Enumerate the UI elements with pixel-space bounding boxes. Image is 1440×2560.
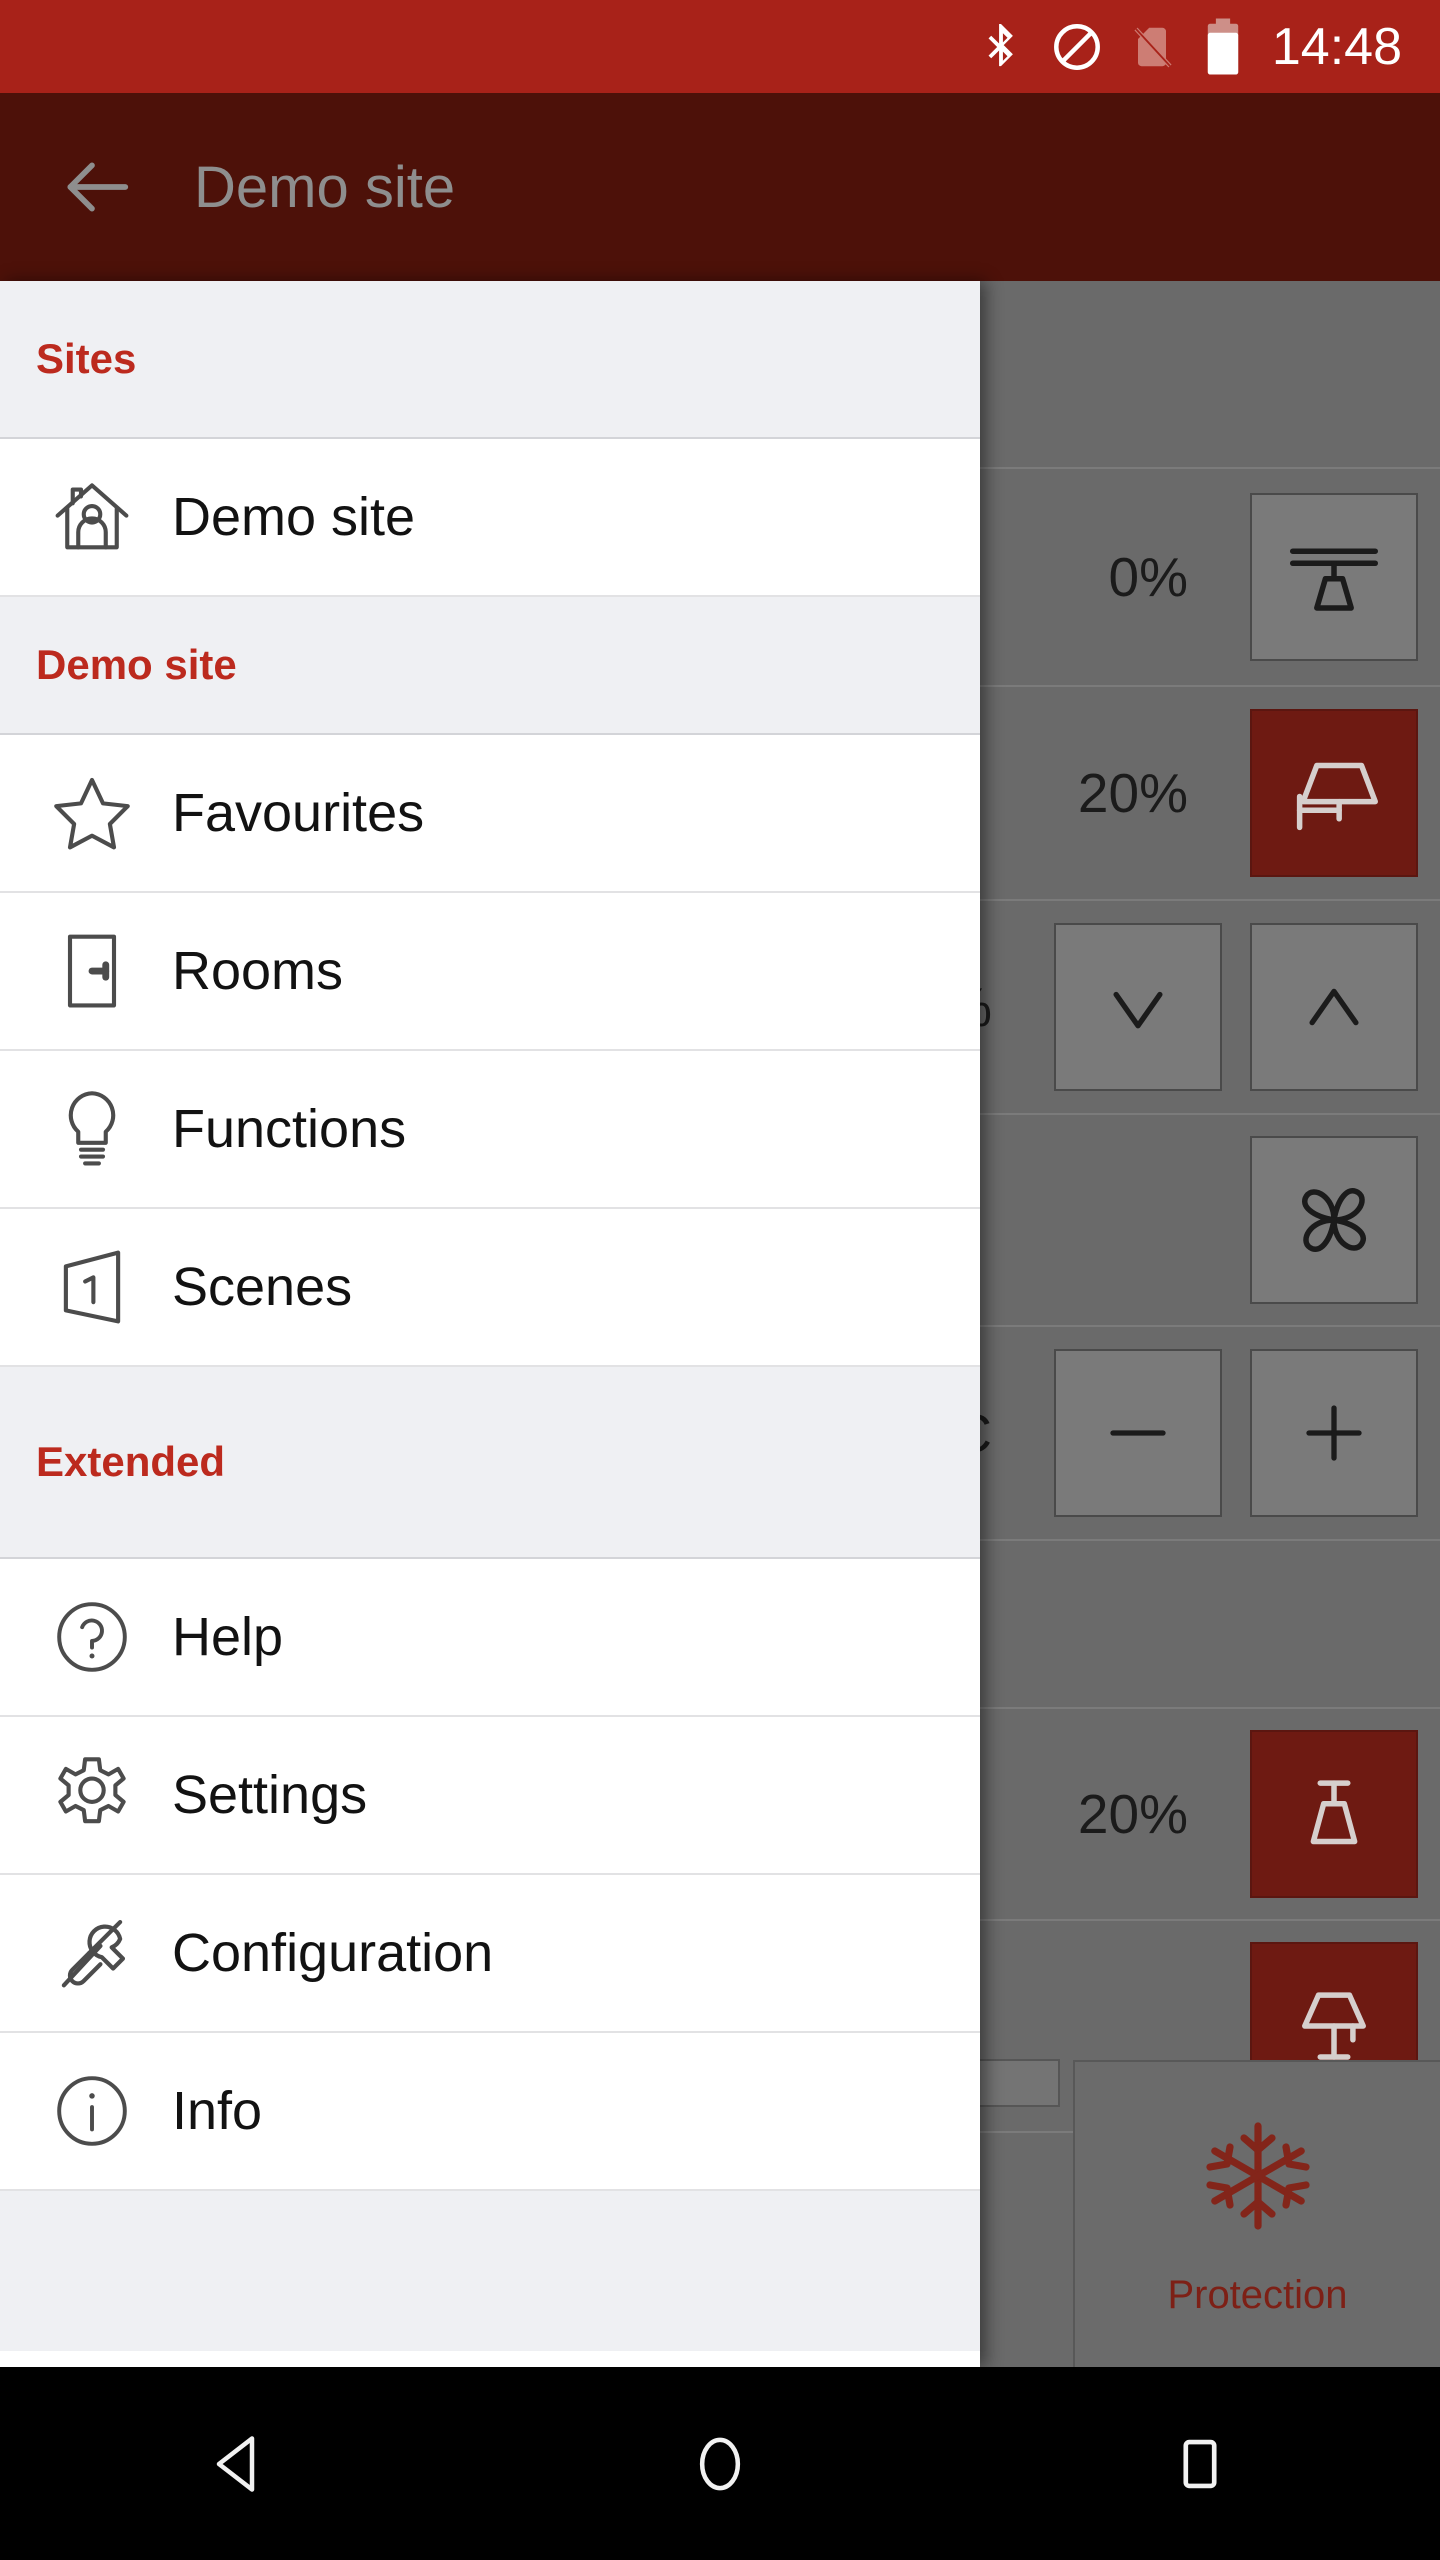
fan-icon[interactable]: [1250, 1136, 1418, 1304]
battery-icon: [1204, 16, 1242, 78]
no-sim-icon: [1130, 19, 1178, 75]
row-percent: 20%: [1077, 762, 1188, 824]
snowflake-icon: [1194, 2112, 1322, 2245]
row-percent: 20%: [1077, 1783, 1188, 1845]
sidebar-item-demo-site[interactable]: Demo site: [0, 439, 980, 597]
page-title: Demo site: [194, 154, 456, 220]
sidebar-item-favourites[interactable]: Favourites: [0, 735, 980, 893]
sidebar-item-rooms[interactable]: Rooms: [0, 893, 980, 1051]
sidebar-item-functions[interactable]: Functions: [0, 1051, 980, 1209]
bluetooth-icon: [978, 19, 1024, 75]
chevron-down-icon[interactable]: [1054, 923, 1222, 1091]
door-icon: [46, 925, 138, 1017]
sidebar-item-label: Help: [172, 1607, 284, 1667]
do-not-disturb-icon: [1050, 20, 1104, 74]
android-nav-bar: [0, 2367, 1440, 2560]
section-header-sites: Sites: [0, 281, 980, 439]
sidebar-item-label: Favourites: [172, 783, 425, 843]
house-person-icon: [46, 471, 138, 563]
sidebar-item-label: Info: [172, 2081, 263, 2141]
section-title: Sites: [36, 335, 137, 382]
sidebar-item-scenes[interactable]: Scenes: [0, 1209, 980, 1367]
screwdriver-wrench-icon: [46, 1907, 138, 1999]
sidebar-item-configuration[interactable]: Configuration: [0, 1875, 980, 2033]
back-arrow-icon[interactable]: [42, 132, 152, 242]
sidebar-item-info[interactable]: Info: [0, 2033, 980, 2191]
section-title: Extended: [36, 1438, 226, 1485]
sidebar-item-label: Settings: [172, 1765, 368, 1825]
row-percent: 0%: [1108, 546, 1189, 608]
section-header-demo-site: Demo site: [0, 597, 980, 735]
question-circle-icon: [46, 1591, 138, 1683]
scene-panel-icon: [46, 1241, 138, 1333]
home-circle-icon[interactable]: [620, 2404, 820, 2524]
ceiling-lamp-icon[interactable]: [1250, 493, 1418, 661]
app-bar: Demo site: [0, 93, 1440, 281]
star-icon: [46, 767, 138, 859]
sidebar-item-label: Rooms: [172, 941, 344, 1001]
plus-icon[interactable]: [1250, 1349, 1418, 1517]
status-bar: 14:48: [0, 0, 1440, 93]
minus-icon[interactable]: [1054, 1349, 1222, 1517]
sidebar-item-label: Scenes: [172, 1257, 353, 1317]
recents-square-icon[interactable]: [1100, 2404, 1300, 2524]
protection-label: Protection: [1167, 2272, 1348, 2317]
sidebar-item-help[interactable]: Help: [0, 1559, 980, 1717]
chevron-up-icon[interactable]: [1250, 923, 1418, 1091]
back-triangle-icon[interactable]: [140, 2404, 340, 2524]
phone-screen: 0% 20% %: [0, 0, 1440, 2560]
protection-tile[interactable]: Protection: [1073, 2060, 1440, 2367]
lightbulb-icon: [46, 1083, 138, 1175]
drawer-footer: [0, 2191, 980, 2351]
sidebar-item-settings[interactable]: Settings: [0, 1717, 980, 1875]
status-bar-clock: 14:48: [1271, 17, 1402, 76]
sidebar-item-label: Configuration: [172, 1923, 494, 1983]
wall-lamp-icon[interactable]: [1250, 709, 1418, 877]
navigation-drawer: Sites Demo site Demo site Favourites Roo…: [0, 281, 980, 2367]
sidebar-item-label: Demo site: [172, 487, 416, 547]
section-header-extended: Extended: [0, 1367, 980, 1559]
pendant-lamp-icon[interactable]: [1250, 1730, 1418, 1898]
info-circle-icon: [46, 2065, 138, 2157]
sidebar-item-label: Functions: [172, 1099, 407, 1159]
section-title: Demo site: [36, 641, 237, 688]
gear-icon: [46, 1749, 138, 1841]
